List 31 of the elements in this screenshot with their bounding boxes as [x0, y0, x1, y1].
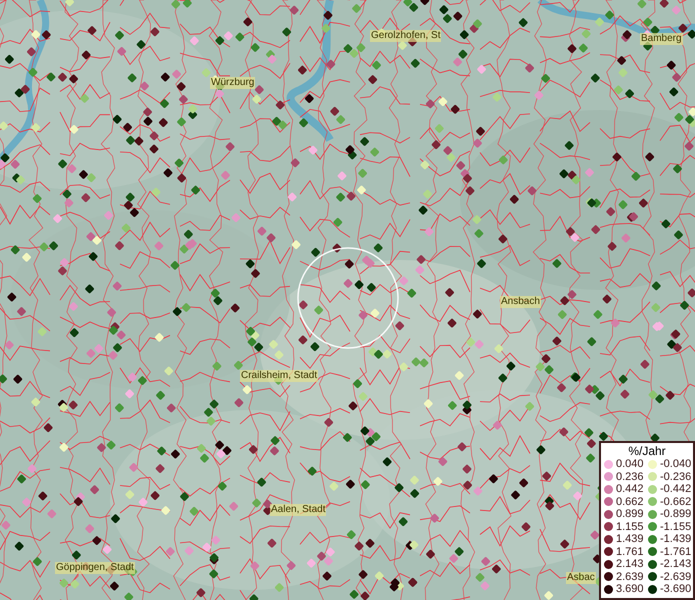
place-label: Gerolzhofen, St	[370, 30, 442, 42]
legend-value: 2.639	[616, 570, 644, 583]
place-label: Ansbach	[500, 296, 541, 308]
legend-value: -1.761	[660, 546, 692, 558]
legend-value: 0.040	[616, 458, 644, 470]
place-label: Göppingen, Stadt	[55, 562, 135, 574]
legend-value: 0.899	[616, 508, 644, 520]
legend-value: 1.439	[616, 533, 644, 546]
legend-value: 1.761	[616, 546, 644, 558]
legend-value: 0.236	[616, 470, 644, 483]
place-label: Asbac	[566, 572, 596, 584]
place-label: Crailsheim, Stadt	[240, 370, 318, 382]
legend-value: -2.143	[660, 558, 692, 570]
legend-value: -0.662	[660, 496, 692, 508]
legend-value: 0.662	[616, 496, 644, 508]
place-label: Bamberg	[640, 33, 683, 45]
legend-value: -0.899	[660, 508, 692, 520]
legend-value: 0.442	[616, 483, 644, 496]
place-label: Aalen, Stadt	[270, 504, 326, 516]
legend-value: -1.439	[660, 533, 692, 546]
legend-value: 3.690	[616, 583, 644, 596]
legend-value: 2.143	[616, 558, 644, 570]
legend-value: -0.442	[660, 483, 692, 496]
legend-value: -0.040	[660, 458, 692, 470]
legend-value: -2.639	[660, 570, 692, 583]
legend-value: 1.155	[616, 520, 644, 533]
legend-title: %/Jahr	[627, 444, 667, 458]
legend-value: -0.236	[660, 470, 692, 483]
legend-value: -3.690	[660, 583, 692, 596]
legend-value: -1.155	[660, 520, 692, 533]
place-label: Würzburg	[210, 77, 256, 89]
